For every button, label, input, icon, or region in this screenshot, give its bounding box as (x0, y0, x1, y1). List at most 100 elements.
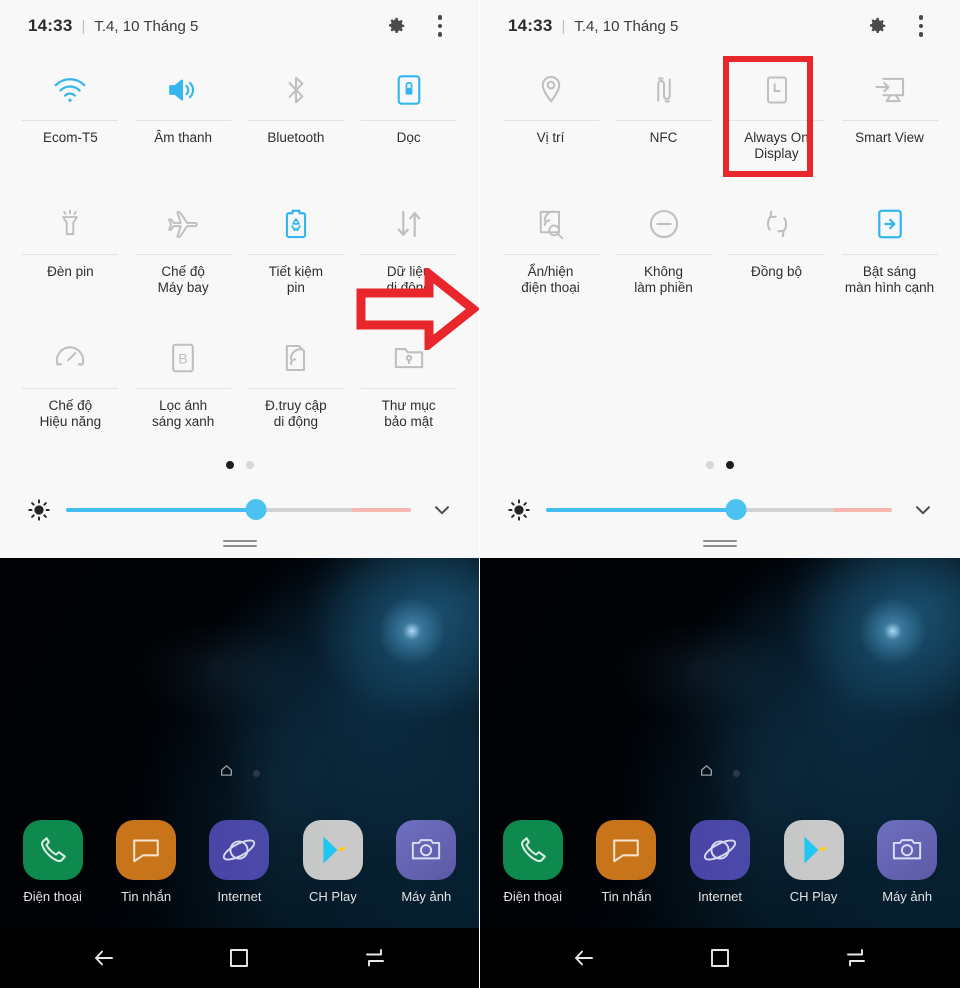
performance-mode-icon (54, 330, 86, 386)
quick-tile-hide-phone[interactable]: Ẩn/hiện điện thoại (494, 186, 607, 320)
quick-tile-rotation-lock[interactable]: Dọc (352, 52, 465, 186)
tile-divider (841, 254, 938, 255)
quick-tile-mobile-hotspot[interactable]: Đ.truy cập di động (240, 320, 353, 454)
messages-icon (116, 820, 177, 880)
gear-icon[interactable] (860, 9, 894, 43)
page-indicator-left[interactable] (0, 456, 479, 474)
location-pin-icon (538, 62, 564, 118)
slider-warm-segment (352, 508, 411, 512)
brightness-slider[interactable] (66, 499, 411, 521)
dock-app-play-store[interactable]: CH Play (771, 820, 857, 904)
quick-tile-airplane-mode[interactable]: Chế độ Máy bay (127, 186, 240, 320)
dock-app-camera[interactable]: Máy ảnh (383, 820, 469, 904)
flashlight-icon (57, 196, 83, 252)
quick-tile-edge-lighting[interactable]: Bật sáng màn hình cạnh (833, 186, 946, 320)
dock-app-phone[interactable]: Điện thoại (490, 820, 576, 904)
quick-tile-label: NFC (649, 130, 678, 145)
quick-tile-battery-saver[interactable]: Tiết kiệm pin (240, 186, 353, 320)
home-button[interactable] (212, 931, 266, 985)
more-dots (918, 15, 924, 37)
quick-tile-label: Dọc (396, 130, 421, 145)
quick-tile-label: Vị trí (536, 130, 565, 145)
phone-icon (22, 820, 83, 880)
dock-app-messages[interactable]: Tin nhắn (583, 820, 669, 904)
page-dot-2[interactable] (245, 461, 254, 469)
page-dot-2[interactable] (726, 461, 734, 469)
page-dot[interactable] (733, 769, 740, 777)
dock-app-camera[interactable]: Máy ảnh (864, 820, 950, 904)
shade-grabber[interactable] (703, 540, 737, 550)
home-icon[interactable] (700, 764, 713, 782)
back-button[interactable] (557, 931, 611, 985)
quick-tile-always-on-display[interactable]: Always On Display (720, 52, 833, 186)
tile-divider (615, 254, 712, 255)
home-screen-right: Điện thoại Tin nhắn Internet CH Play Máy… (480, 558, 960, 988)
dock-app-messages[interactable]: Tin nhắn (103, 820, 189, 904)
quick-tile-nfc[interactable]: NFC (607, 52, 720, 186)
camera-icon (396, 820, 457, 880)
camera-icon (877, 820, 938, 880)
gear-icon[interactable] (379, 9, 413, 43)
quick-tile-flashlight[interactable]: Đèn pin (14, 186, 127, 320)
back-button[interactable] (77, 931, 131, 985)
recents-button[interactable] (829, 931, 883, 985)
quick-tile-performance-mode[interactable]: Chế độ Hiệu năng (14, 320, 127, 454)
quick-settings-panel-left: 14:33 | T.4, 10 Tháng 5 Ecom-T5 Âm thanh… (0, 0, 479, 558)
sound-icon (166, 62, 200, 118)
dock-app-internet[interactable]: Internet (196, 820, 282, 904)
page-indicator-right[interactable] (480, 456, 960, 474)
more-vertical-icon[interactable] (904, 9, 938, 43)
dock-app-phone[interactable]: Điện thoại (10, 820, 96, 904)
dock-app-play-store[interactable]: CH Play (290, 820, 376, 904)
quick-tile-location[interactable]: Vị trí (494, 52, 607, 186)
slider-knob[interactable] (245, 499, 267, 520)
dock-right: Điện thoại Tin nhắn Internet CH Play Máy… (480, 820, 960, 904)
shade-grabber[interactable] (222, 540, 257, 550)
recents-button[interactable] (348, 931, 402, 985)
quick-tile-label: Tiết kiệm pin (268, 264, 323, 295)
sync-icon (762, 196, 792, 252)
quick-tile-label: Bật sáng màn hình cạnh (844, 264, 935, 295)
quick-tile-label: Đ.truy cập di động (265, 398, 327, 429)
internet-icon (209, 820, 270, 880)
home-icon[interactable] (220, 764, 233, 782)
tile-divider (728, 254, 825, 255)
slider-knob[interactable] (725, 499, 747, 520)
battery-saver-icon (284, 196, 308, 252)
quick-tile-blue-light-filter[interactable]: B Lọc ánh sáng xanh (127, 320, 240, 454)
chevron-down-icon[interactable] (908, 499, 938, 521)
tile-divider (502, 254, 599, 255)
tile-divider (22, 388, 119, 389)
dock-app-internet[interactable]: Internet (677, 820, 763, 904)
play-store-icon (302, 820, 363, 880)
status-bar-left: 14:33 | T.4, 10 Tháng 5 (0, 0, 479, 52)
screenshot-root: 14:33 | T.4, 10 Tháng 5 Ecom-T5 Âm thanh… (0, 0, 960, 988)
dock-app-label: CH Play (789, 889, 838, 904)
home-button[interactable] (693, 931, 747, 985)
quick-tile-do-not-disturb[interactable]: Không làm phiền (607, 186, 720, 320)
mobile-data-icon (394, 196, 424, 252)
tile-divider (360, 388, 457, 389)
quick-tile-label: Đèn pin (47, 264, 94, 279)
svg-text:B: B (178, 352, 188, 368)
chevron-down-icon[interactable] (427, 499, 457, 521)
page-dot[interactable] (252, 769, 260, 777)
brightness-slider[interactable] (546, 499, 892, 521)
more-vertical-icon[interactable] (423, 9, 457, 43)
quick-tile-sync[interactable]: Đồng bộ (720, 186, 833, 320)
dock-app-label: Điện thoại (23, 889, 82, 904)
quick-tile-mobile-data[interactable]: Dữ liệu di động (352, 186, 465, 320)
slider-warm-segment (833, 508, 892, 512)
quick-tile-smart-view[interactable]: Smart View (833, 52, 946, 186)
page-dot-1[interactable] (225, 461, 234, 469)
tile-divider (135, 254, 232, 255)
status-bar-right: 14:33 | T.4, 10 Tháng 5 (480, 0, 960, 52)
quick-tile-wifi[interactable]: Ecom-T5 (14, 52, 127, 186)
quick-tile-bluetooth[interactable]: Bluetooth (240, 52, 353, 186)
quick-tile-sound[interactable]: Âm thanh (127, 52, 240, 186)
page-dot-1[interactable] (706, 461, 714, 469)
always-on-display-icon (765, 62, 789, 118)
quick-tile-secure-folder[interactable]: Thư mục bảo mật (352, 320, 465, 454)
tile-divider (728, 120, 825, 121)
quick-tile-label: Thư mục bảo mật (381, 398, 436, 429)
